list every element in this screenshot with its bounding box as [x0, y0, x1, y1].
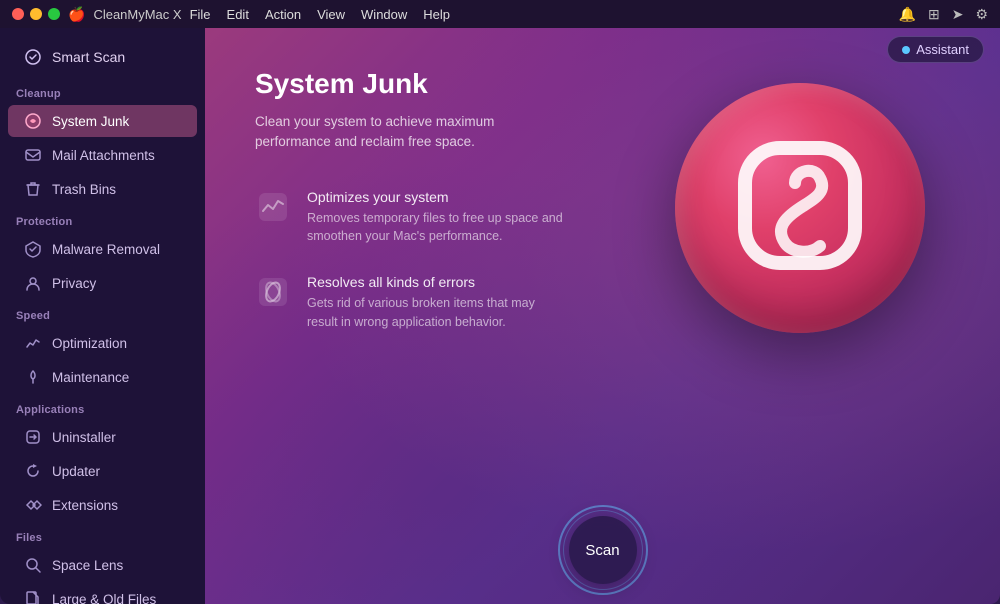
app-container: Smart Scan Cleanup System Junk Mail Atta… [0, 28, 1000, 604]
sidebar-item-privacy[interactable]: Privacy [8, 267, 197, 299]
sidebar-item-space-lens[interactable]: Space Lens [8, 549, 197, 581]
section-protection: Protection [0, 206, 205, 232]
traffic-lights [12, 8, 60, 20]
assistant-dot [902, 46, 910, 54]
assistant-button[interactable]: Assistant [887, 36, 984, 63]
menu-window[interactable]: Window [361, 7, 407, 22]
privacy-icon [24, 274, 42, 292]
mail-icon [24, 146, 42, 164]
large-old-files-label: Large & Old Files [52, 592, 156, 604]
sidebar-item-extensions[interactable]: Extensions [8, 489, 197, 521]
sidebar-item-trash-bins[interactable]: Trash Bins [8, 173, 197, 205]
system-junk-label: System Junk [52, 114, 129, 129]
menu-file[interactable]: File [190, 7, 211, 22]
settings-icon[interactable]: ⚙ [975, 6, 988, 23]
menu-bar: File Edit Action View Window Help [190, 7, 450, 22]
optimization-label: Optimization [52, 336, 127, 351]
scan-button-container: Scan [569, 516, 637, 584]
feature-title-1: Optimizes your system [307, 189, 567, 205]
maintenance-icon [24, 368, 42, 386]
feature-desc-2: Gets rid of various broken items that ma… [307, 294, 567, 332]
apple-icon: 🍎 [68, 6, 85, 23]
minimize-button[interactable] [30, 8, 42, 20]
large-files-icon [24, 590, 42, 604]
menu-help[interactable]: Help [423, 7, 450, 22]
grid-icon[interactable]: ⊞ [928, 6, 940, 23]
page-title: System Junk [255, 68, 615, 100]
hero-image [660, 48, 940, 368]
feature-text-1: Optimizes your system Removes temporary … [307, 189, 567, 247]
sidebar-item-uninstaller[interactable]: Uninstaller [8, 421, 197, 453]
sidebar-item-large-old-files[interactable]: Large & Old Files [8, 583, 197, 604]
trash-icon [24, 180, 42, 198]
extensions-label: Extensions [52, 498, 118, 513]
smart-scan-label: Smart Scan [52, 49, 125, 65]
notification-icon[interactable]: 🔔 [899, 6, 916, 23]
sidebar-item-smart-scan[interactable]: Smart Scan [8, 38, 197, 76]
sidebar-item-system-junk[interactable]: System Junk [8, 105, 197, 137]
assistant-label: Assistant [916, 42, 969, 57]
titlebar: 🍎 CleanMyMac X File Edit Action View Win… [0, 0, 1000, 28]
menu-view[interactable]: View [317, 7, 345, 22]
sidebar: Smart Scan Cleanup System Junk Mail Atta… [0, 28, 205, 604]
updater-icon [24, 462, 42, 480]
menu-edit[interactable]: Edit [227, 7, 249, 22]
feature-text-2: Resolves all kinds of errors Gets rid of… [307, 274, 567, 332]
feature-item-2: Resolves all kinds of errors Gets rid of… [255, 274, 615, 332]
section-cleanup: Cleanup [0, 78, 205, 104]
titlebar-left: 🍎 CleanMyMac X File Edit Action View Win… [12, 6, 450, 23]
smart-scan-icon [24, 48, 42, 66]
feature-desc-1: Removes temporary files to free up space… [307, 209, 567, 247]
sidebar-item-optimization[interactable]: Optimization [8, 327, 197, 359]
app-name: CleanMyMac X [93, 7, 181, 22]
sidebar-item-updater[interactable]: Updater [8, 455, 197, 487]
content-text: System Junk Clean your system to achieve… [255, 68, 615, 476]
hero-logo-svg [720, 128, 880, 288]
hero-sphere [675, 83, 925, 333]
scan-label: Scan [585, 542, 619, 559]
privacy-label: Privacy [52, 276, 96, 291]
mail-attachments-label: Mail Attachments [52, 148, 155, 163]
uninstaller-label: Uninstaller [52, 430, 116, 445]
optimization-icon [24, 334, 42, 352]
feature-icon-errors [255, 274, 291, 310]
system-junk-icon [24, 112, 42, 130]
feature-title-2: Resolves all kinds of errors [307, 274, 567, 290]
titlebar-right: 🔔 ⊞ ➤ ⚙ [899, 6, 988, 23]
feature-item-1: Optimizes your system Removes temporary … [255, 189, 615, 247]
maintenance-label: Maintenance [52, 370, 129, 385]
scan-button[interactable]: Scan [569, 516, 637, 584]
extensions-icon [24, 496, 42, 514]
content-area: System Junk Clean your system to achieve… [205, 28, 1000, 496]
page-description: Clean your system to achieve maximum per… [255, 112, 555, 153]
bottom-area: Scan [205, 496, 1000, 604]
malware-removal-label: Malware Removal [52, 242, 160, 257]
maximize-button[interactable] [48, 8, 60, 20]
space-lens-label: Space Lens [52, 558, 123, 573]
menu-action[interactable]: Action [265, 7, 301, 22]
section-applications: Applications [0, 394, 205, 420]
malware-icon [24, 240, 42, 258]
trash-bins-label: Trash Bins [52, 182, 116, 197]
main-content: Assistant System Junk Clean your system … [205, 28, 1000, 604]
updater-label: Updater [52, 464, 100, 479]
sidebar-item-maintenance[interactable]: Maintenance [8, 361, 197, 393]
section-files: Files [0, 522, 205, 548]
sidebar-item-malware-removal[interactable]: Malware Removal [8, 233, 197, 265]
uninstaller-icon [24, 428, 42, 446]
share-icon[interactable]: ➤ [952, 6, 964, 23]
close-button[interactable] [12, 8, 24, 20]
section-speed: Speed [0, 300, 205, 326]
feature-icon-optimizes [255, 189, 291, 225]
space-lens-icon [24, 556, 42, 574]
sidebar-item-mail-attachments[interactable]: Mail Attachments [8, 139, 197, 171]
